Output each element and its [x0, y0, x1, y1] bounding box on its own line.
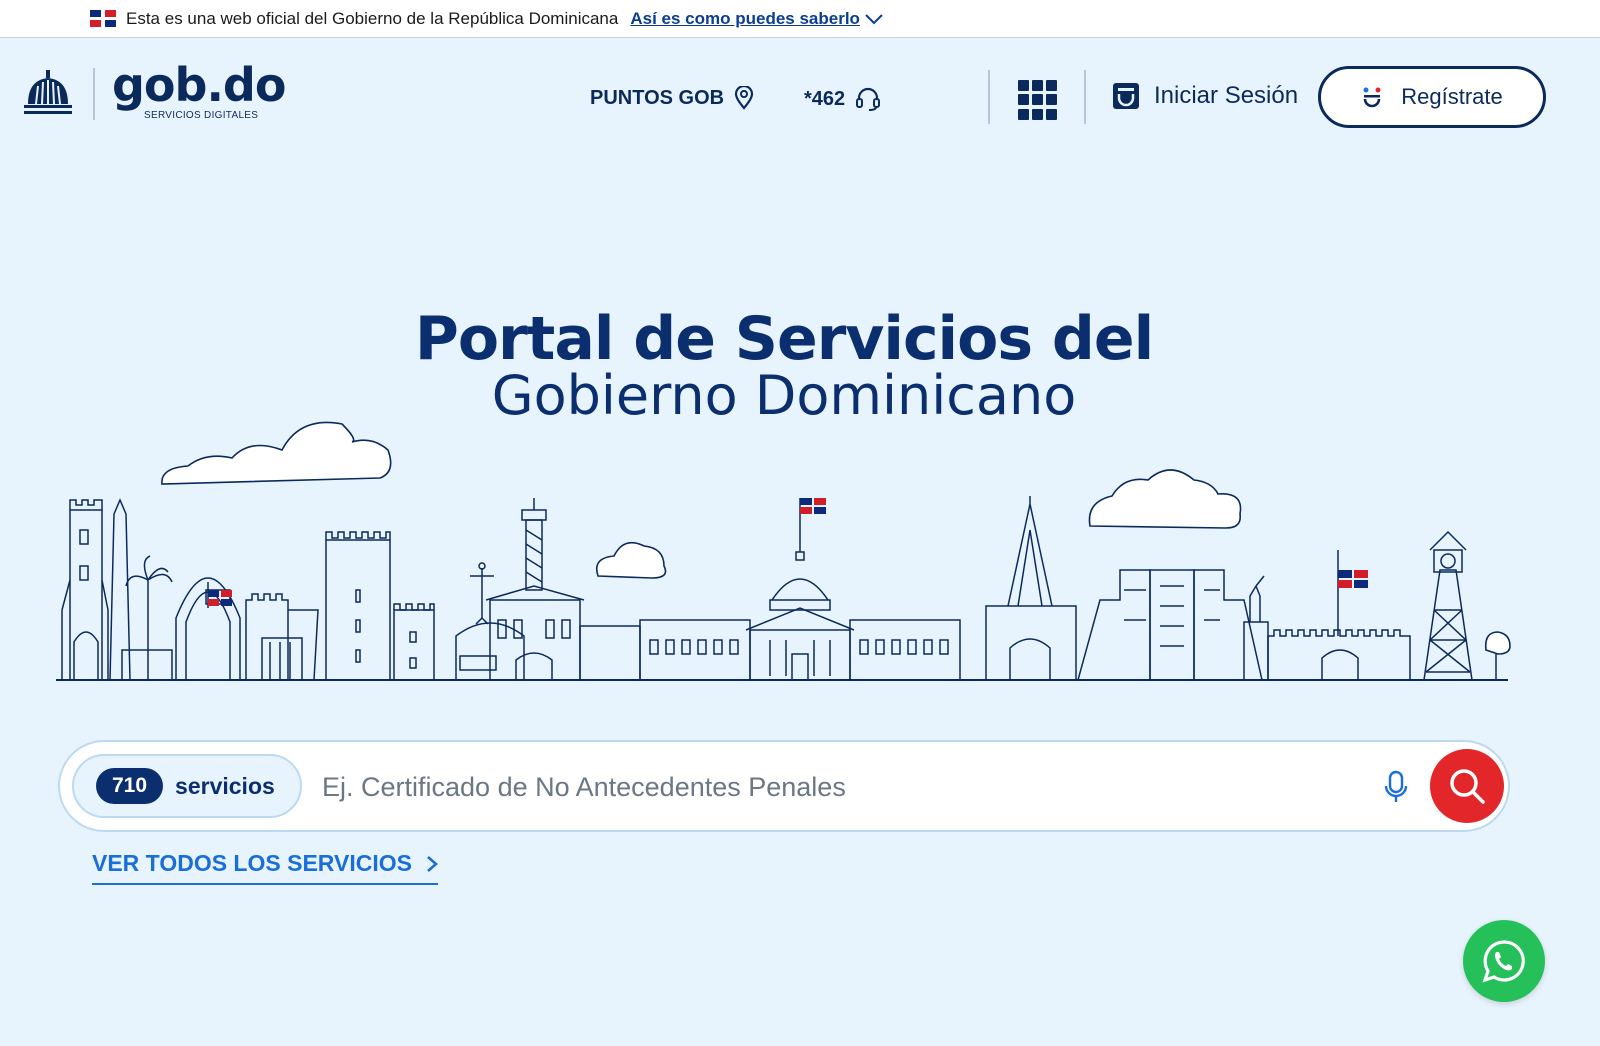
location-pin-icon — [734, 86, 754, 110]
login-link[interactable]: Iniciar Sesión — [1112, 82, 1298, 110]
service-count: 710 — [96, 768, 164, 804]
puntos-gob-label[interactable]: PUNTOS GOB — [590, 87, 724, 110]
how-to-verify-link-label[interactable]: Así es como puedes saberlo — [630, 9, 860, 29]
national-shield-icon[interactable] — [22, 68, 74, 116]
logo-subtitle: SERVICIOS DIGITALES — [144, 110, 259, 121]
chevron-right-icon — [427, 855, 438, 872]
search-button[interactable] — [1430, 749, 1504, 823]
apps-grid-icon[interactable] — [1018, 80, 1058, 120]
gobdo-logo[interactable]: gob.do — [112, 62, 286, 108]
dr-flag-icon — [90, 10, 116, 27]
logo-divider — [93, 68, 95, 120]
official-site-banner: Esta es una web oficial del Gobierno de … — [0, 0, 1600, 38]
register-button[interactable]: Regístrate — [1318, 66, 1546, 128]
skyline-illustration — [56, 421, 1511, 681]
view-all-services-label[interactable]: VER TODOS LOS SERVICIOS — [92, 850, 412, 877]
headset-icon — [856, 87, 881, 111]
view-all-services-link[interactable]: VER TODOS LOS SERVICIOS — [92, 850, 438, 885]
phone-support-link[interactable]: *462 — [804, 86, 881, 112]
whatsapp-chat-button[interactable] — [1463, 920, 1545, 1002]
user-badge-icon — [1113, 83, 1139, 109]
register-label[interactable]: Regístrate — [1401, 84, 1503, 110]
header-divider-right — [1084, 70, 1086, 124]
search-input[interactable] — [322, 764, 1342, 810]
service-count-label: servicios — [175, 772, 275, 799]
search-icon — [1450, 769, 1485, 804]
chevron-down-icon — [865, 13, 883, 24]
smile-icon — [1363, 87, 1381, 108]
how-to-verify-link[interactable]: Así es como puedes saberlo — [630, 9, 884, 29]
whatsapp-icon — [1482, 940, 1525, 983]
service-count-pill: 710 servicios — [72, 754, 302, 818]
official-banner-text: Esta es una web oficial del Gobierno de … — [126, 8, 619, 28]
login-label[interactable]: Iniciar Sesión — [1154, 82, 1298, 110]
puntos-gob-link[interactable]: PUNTOS GOB — [590, 86, 754, 110]
service-search-bar: 710 servicios — [58, 740, 1510, 832]
phone-label[interactable]: *462 — [804, 88, 845, 111]
header-divider-left — [988, 70, 990, 124]
microphone-icon[interactable] — [1384, 770, 1408, 804]
hero-title: Portal de Servicios del — [414, 304, 1154, 374]
site-header: gob.do SERVICIOS DIGITALES PUNTOS GOB *4… — [0, 38, 1600, 158]
